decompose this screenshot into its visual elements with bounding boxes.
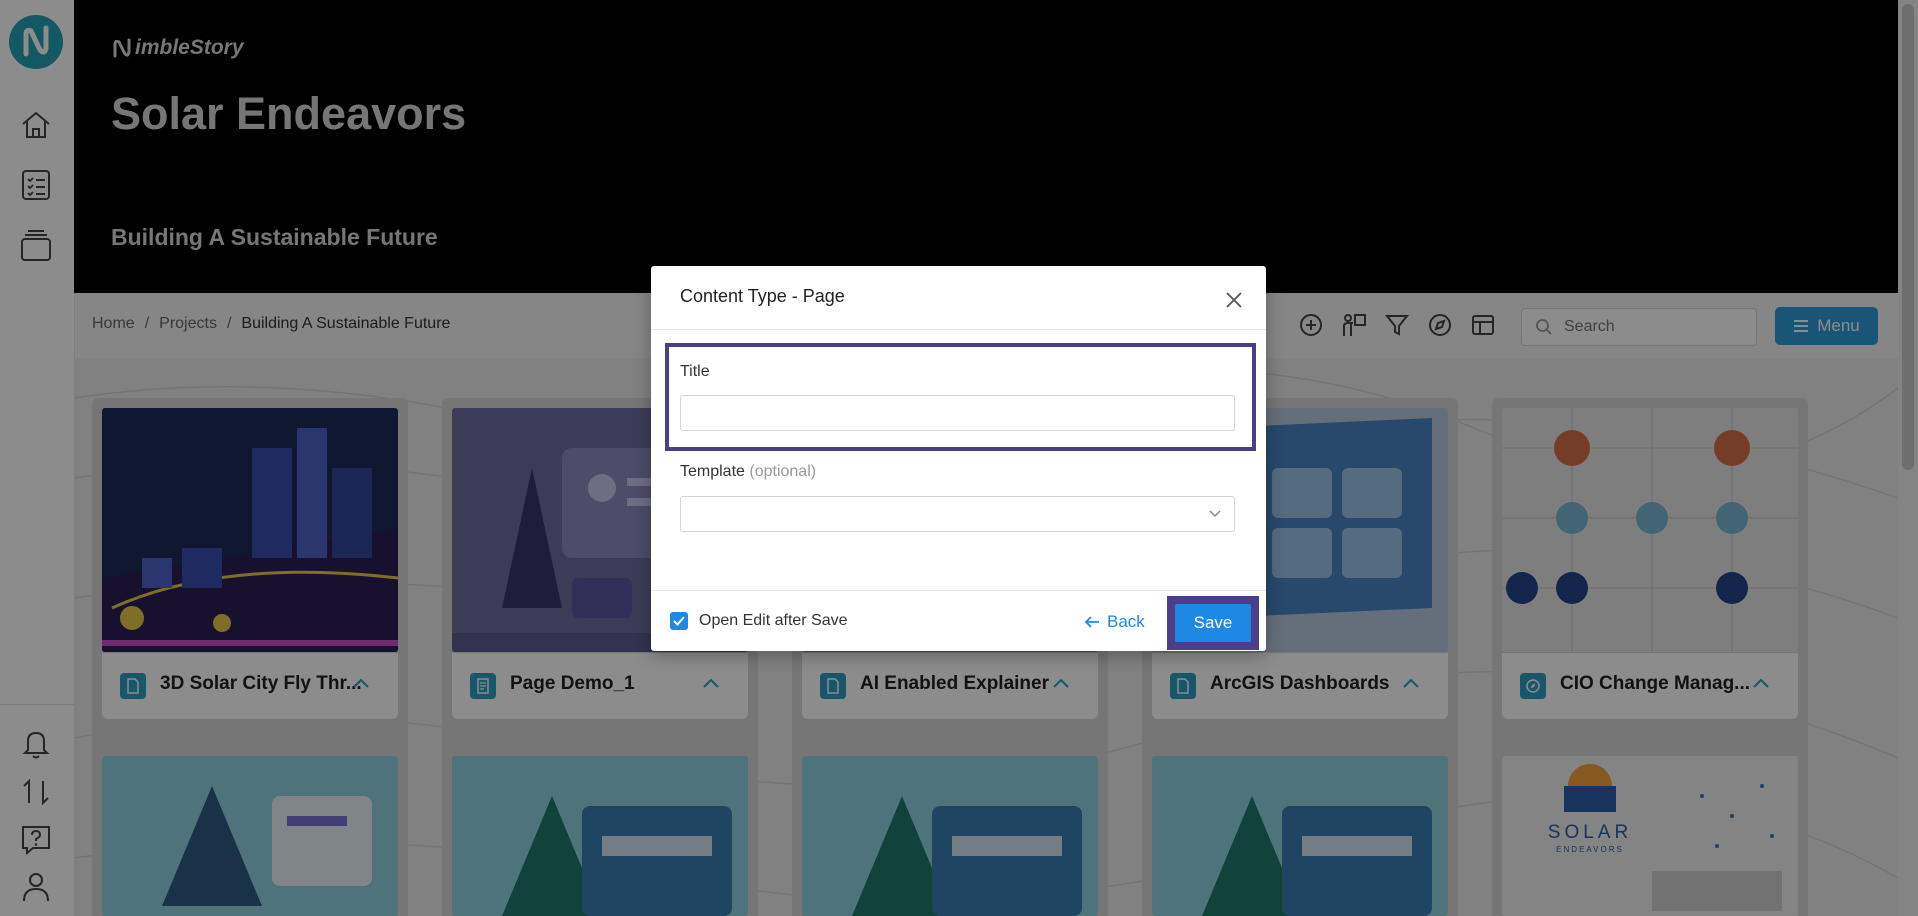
open-edit-label[interactable]: Open Edit after Save <box>699 612 848 630</box>
chevron-down-icon <box>1209 510 1221 518</box>
template-label: Template (optional) <box>680 463 816 481</box>
back-label: Back <box>1107 612 1145 631</box>
checkmark-icon <box>673 616 685 626</box>
content-type-dialog: Content Type - Page Title Template (opti… <box>651 266 1266 651</box>
title-field[interactable] <box>680 395 1235 431</box>
title-input[interactable] <box>681 396 1234 430</box>
open-edit-checkbox[interactable] <box>670 612 688 630</box>
template-optional-text: (optional) <box>749 463 817 480</box>
title-label: Title <box>680 363 710 380</box>
arrow-left-icon <box>1084 616 1099 628</box>
back-button[interactable]: Back <box>1084 612 1145 632</box>
dialog-title: Content Type - Page <box>680 286 845 306</box>
close-icon[interactable] <box>1222 288 1246 312</box>
footer-divider <box>651 590 1266 591</box>
template-select[interactable] <box>680 496 1235 532</box>
save-button[interactable]: Save <box>1175 604 1251 642</box>
dialog-divider <box>651 329 1266 330</box>
template-label-text: Template <box>680 463 745 480</box>
